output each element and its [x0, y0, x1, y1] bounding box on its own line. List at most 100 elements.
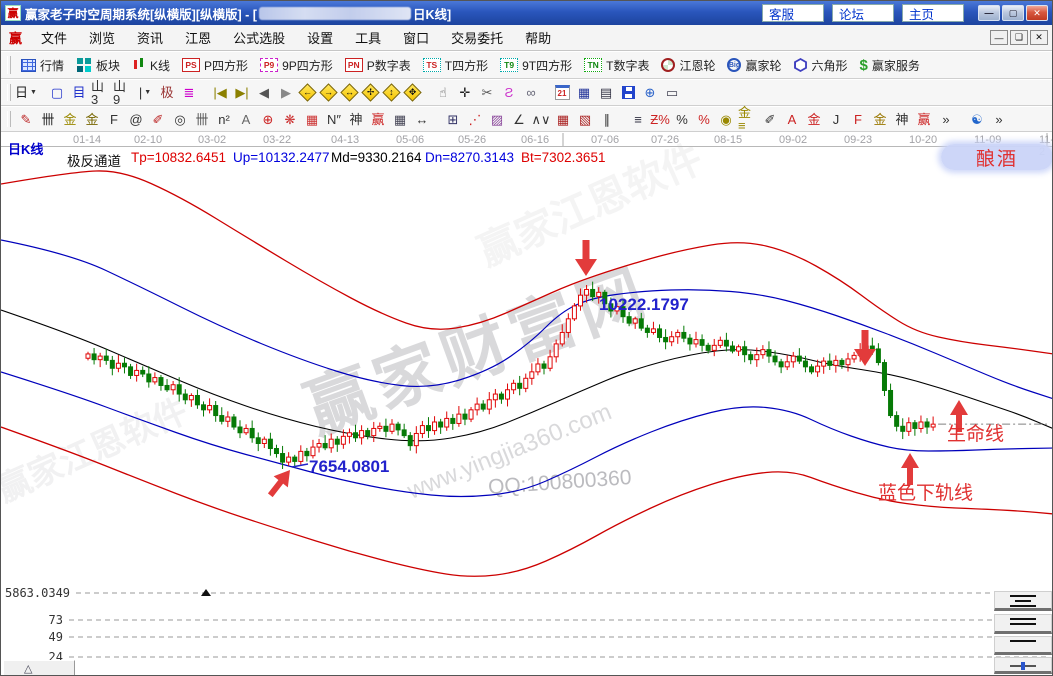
- nav-pan-right-button[interactable]: →: [319, 83, 337, 101]
- nav-calendar-button[interactable]: 21: [552, 83, 572, 103]
- draw-ying-angle-tool-button[interactable]: 赢: [914, 109, 934, 129]
- draw-wave-a-tool-button[interactable]: A: [782, 109, 802, 129]
- nav-bars-3-button[interactable]: 山3: [91, 83, 111, 103]
- mdi-minimize-button[interactable]: —: [990, 30, 1008, 45]
- mdi-close-button[interactable]: ✕: [1030, 30, 1048, 45]
- draw-parallel-lines-tool-button[interactable]: ∥: [597, 109, 617, 129]
- menu-item-窗口[interactable]: 窗口: [394, 28, 438, 49]
- nav-delete-line-tool-button[interactable]: ✂: [477, 83, 497, 103]
- nav-first-bar-button[interactable]: |◀: [210, 83, 230, 103]
- nav-expand-all-button[interactable]: ✥: [403, 83, 421, 101]
- indicator-legend-box-1[interactable]: [994, 591, 1052, 611]
- draw-gold-time-ruler-2-button[interactable]: 金: [82, 109, 102, 129]
- nav-save-button[interactable]: [618, 83, 638, 103]
- draw-percent-line-tool-button[interactable]: %: [694, 109, 714, 129]
- draw-gold-level-tool-button[interactable]: 金≡: [738, 109, 758, 129]
- draw-red-target-circle-button[interactable]: ⊕: [258, 109, 278, 129]
- draw-tilt-pen-tool-button[interactable]: ✐: [760, 109, 780, 129]
- draw-star-grid-tool-button[interactable]: ❋: [280, 109, 300, 129]
- nav-notepad-button[interactable]: ▤: [596, 83, 616, 103]
- draw-knife-tool-button[interactable]: ✎: [16, 109, 36, 129]
- draw-grid-box-tool-button[interactable]: ▦: [302, 109, 322, 129]
- nav-single-candle-dropdown-button[interactable]: |▼: [135, 83, 155, 103]
- menu-item-浏览[interactable]: 浏览: [80, 28, 124, 49]
- draw-angle-lines-tool-button[interactable]: ∠: [509, 109, 529, 129]
- nav-color-histogram-button[interactable]: ≣: [179, 83, 199, 103]
- menu-item-资讯[interactable]: 资讯: [128, 28, 172, 49]
- toolbar-hexagon-button[interactable]: 六角形: [794, 57, 848, 74]
- nav-expand-horizontal-button[interactable]: ↔: [340, 83, 358, 101]
- nav-compress-button[interactable]: ✢: [361, 83, 379, 101]
- nav-prev-bar-button[interactable]: ◀: [254, 83, 274, 103]
- draw-ying-ruler-button[interactable]: 赢: [368, 109, 388, 129]
- forum-link[interactable]: 论坛: [832, 4, 894, 22]
- menu-item-帮助[interactable]: 帮助: [516, 28, 560, 49]
- nav-calculator-button[interactable]: ▦: [574, 83, 594, 103]
- draw-box-plus-tool-button[interactable]: ⊞: [443, 109, 463, 129]
- kline-plot[interactable]: [1, 133, 1053, 676]
- nav-format-tool-button[interactable]: Ƨ: [499, 83, 519, 103]
- customer-service-link[interactable]: 客服: [762, 4, 824, 22]
- toolbar-grip[interactable]: [7, 111, 11, 128]
- draw-n-squared-tool-button[interactable]: n²: [214, 109, 234, 129]
- nav-info-panel-button[interactable]: 目: [69, 83, 89, 103]
- menu-item-江恩[interactable]: 江恩: [176, 28, 220, 49]
- draw-span-arrow-tool-button[interactable]: ↔: [412, 109, 432, 129]
- menu-item-公式选股[interactable]: 公式选股: [224, 28, 294, 49]
- toolbar-gann-wheel-button[interactable]: 江恩轮: [661, 57, 715, 74]
- indicator-legend-box-4[interactable]: [994, 657, 1052, 674]
- draw-percent-zone-tool-button[interactable]: Ƶ%: [650, 109, 670, 129]
- single-candle-dropdown-dropdown-arrow[interactable]: ▼: [144, 89, 151, 96]
- nav-last-bar-button[interactable]: ▶|: [232, 83, 252, 103]
- toolbar-p-number-table-button[interactable]: PNP数字表: [345, 57, 411, 74]
- indicator-slider[interactable]: [1010, 665, 1036, 667]
- kline-style-dropdown-dropdown-arrow[interactable]: ▼: [30, 89, 37, 96]
- nav-hand-tool-button[interactable]: ☝: [433, 83, 453, 103]
- nav-curve-tool-button[interactable]: ∞: [521, 83, 541, 103]
- title-bar[interactable]: 赢 赢家老子时空周期系统[纵横版][纵横版] - [ 日K线] 客服 论坛 主页…: [1, 1, 1052, 25]
- draw-plain-ruler-button[interactable]: 卌: [192, 109, 212, 129]
- draw-gold-angle-tool-button[interactable]: 金: [870, 109, 890, 129]
- draw-j-angle-tool-button[interactable]: J: [826, 109, 846, 129]
- nav-expand-vertical-button[interactable]: ↕: [382, 83, 400, 101]
- draw-grid-123-tool-button[interactable]: ▦: [390, 109, 410, 129]
- draw-grid-shift-tool-button[interactable]: ▧: [575, 109, 595, 129]
- nav-web-export-button[interactable]: ⊕: [640, 83, 660, 103]
- draw-more-tools-2-button[interactable]: »: [989, 109, 1009, 129]
- nav-next-bar-button[interactable]: ▶: [276, 83, 296, 103]
- draw-time-ruler-button[interactable]: 卌: [38, 109, 58, 129]
- nav-zoom-window-tool-button[interactable]: ▢: [47, 83, 67, 103]
- draw-scale-bars-tool-button[interactable]: ≡: [628, 109, 648, 129]
- draw-f-angle-tool-button[interactable]: F: [848, 109, 868, 129]
- homepage-link[interactable]: 主页: [902, 4, 964, 22]
- toolbar-9p-square-button[interactable]: P99P四方形: [260, 57, 333, 74]
- draw-zigzag-tool-button[interactable]: ∧∨: [531, 109, 551, 129]
- nav-print-button[interactable]: ▭: [662, 83, 682, 103]
- draw-red-fan-lines-button[interactable]: ⋰: [465, 109, 485, 129]
- nav-kline-style-dropdown-button[interactable]: 日▼: [16, 83, 36, 103]
- draw-mirror-tool-button[interactable]: A: [236, 109, 256, 129]
- draw-marker-pen-button[interactable]: ✐: [148, 109, 168, 129]
- indicator-legend-box-3[interactable]: [994, 636, 1052, 655]
- toolbar-9t-square-button[interactable]: T99T四方形: [500, 57, 572, 74]
- toolbar-grip[interactable]: [7, 84, 11, 102]
- draw-percent-tool-button[interactable]: %: [672, 109, 692, 129]
- indicator-legend-box-2[interactable]: [994, 614, 1052, 634]
- minimize-button[interactable]: —: [978, 5, 1000, 21]
- indicator-name[interactable]: 极反通道: [67, 150, 121, 170]
- draw-yinyang-tool-button[interactable]: ☯: [967, 109, 987, 129]
- draw-gold-time-ruler-button[interactable]: 金: [60, 109, 80, 129]
- toolbar-p-square-button[interactable]: PSP四方形: [182, 57, 248, 74]
- nav-bars-9-button[interactable]: 山9: [113, 83, 133, 103]
- mdi-restore-button[interactable]: ❏: [1010, 30, 1028, 45]
- toolbar-t-number-table-button[interactable]: TNT数字表: [584, 57, 649, 74]
- toolbar-winner-service-button[interactable]: $赢家服务: [860, 57, 920, 74]
- toolbar-grip[interactable]: [7, 56, 11, 74]
- draw-fib-time-ruler-button[interactable]: F: [104, 109, 124, 129]
- nav-theme-tool-button[interactable]: 极: [157, 83, 177, 103]
- menu-item-交易委托[interactable]: 交易委托: [442, 28, 512, 49]
- menu-item-文件[interactable]: 文件: [32, 28, 76, 49]
- toolbar-winner-wheel-button[interactable]: Big赢家轮: [727, 57, 781, 74]
- draw-gold-circle-tool-button[interactable]: ◉: [716, 109, 736, 129]
- toolbar-quotes-button[interactable]: 行情: [21, 57, 64, 74]
